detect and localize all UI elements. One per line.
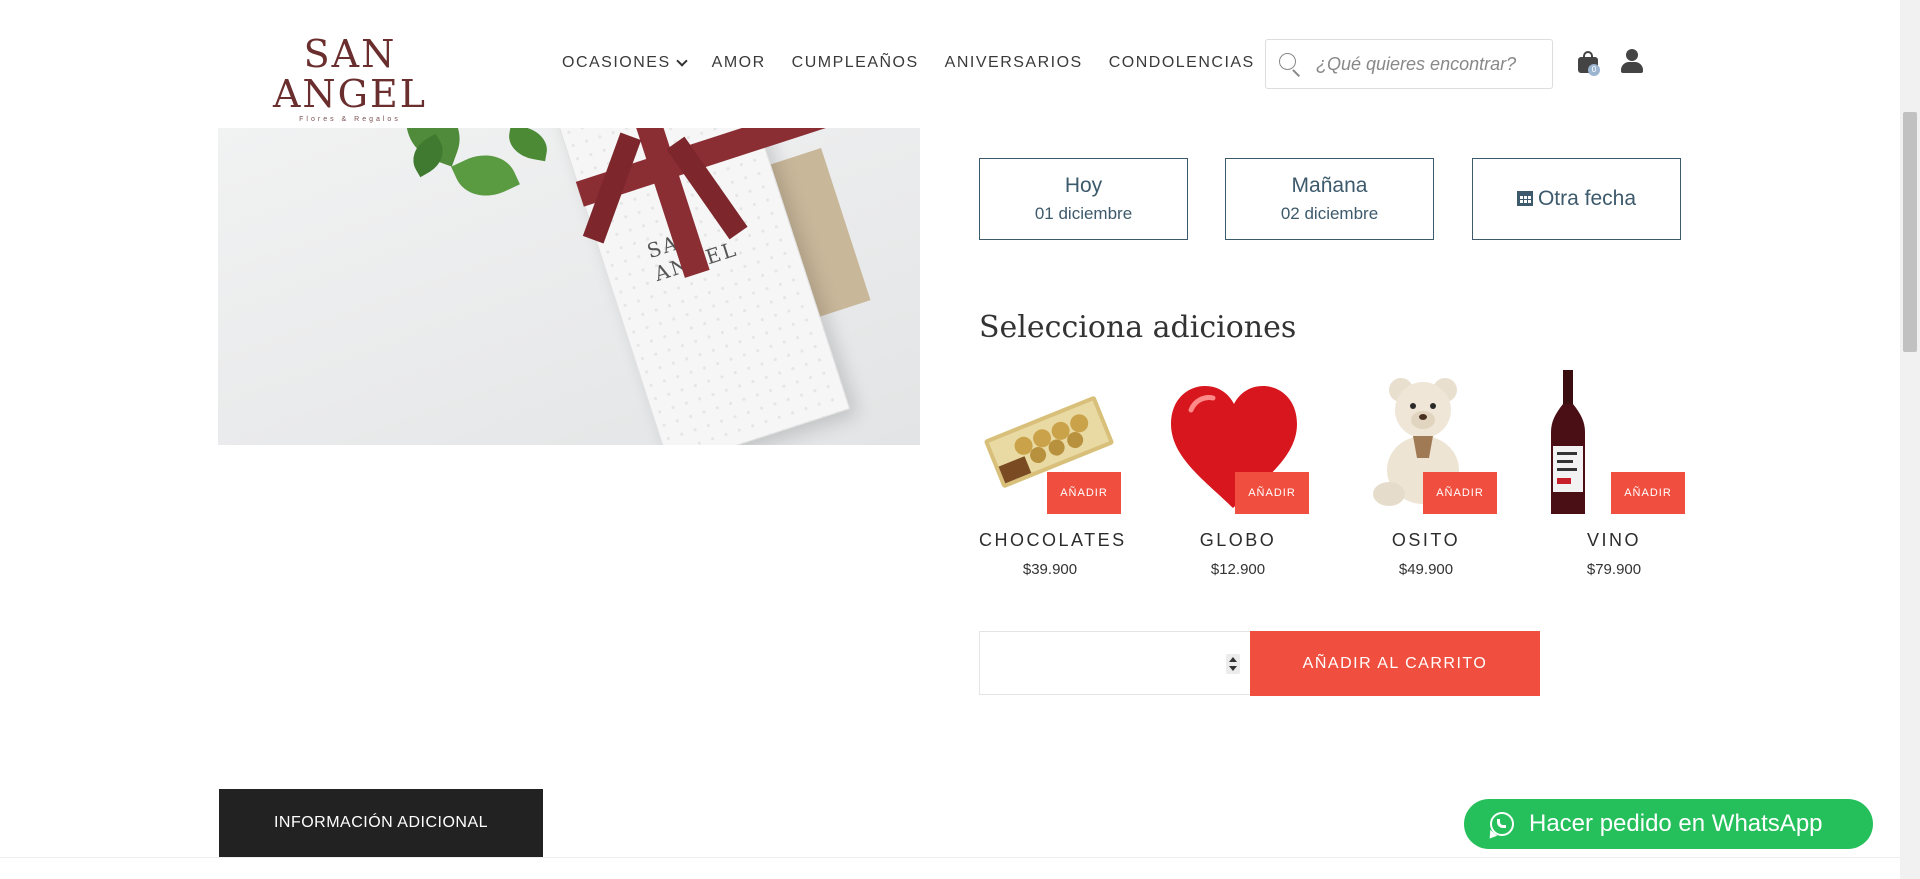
site-logo[interactable]: SAN ANGEL Flores & Regalos <box>245 34 455 123</box>
cart-icon[interactable]: 0 <box>1576 49 1600 77</box>
divider <box>0 857 1900 858</box>
logo-brand: SAN ANGEL <box>272 32 428 116</box>
add-addon-button[interactable]: AÑADIR <box>1423 472 1497 514</box>
date-label: Otra fecha <box>1537 187 1637 210</box>
addon-image[interactable]: AÑADIR <box>1167 370 1309 514</box>
date-option-tomorrow[interactable]: Mañana 02 diciembre <box>1225 158 1434 240</box>
addon-vino: AÑADIR VINO $79.900 <box>1543 370 1685 578</box>
search-input[interactable] <box>1316 53 1546 75</box>
nav-item-cumpleanos[interactable]: CUMPLEAÑOS <box>792 54 919 72</box>
nav-label: OCASIONES <box>562 54 671 71</box>
addon-name: GLOBO <box>1199 530 1277 550</box>
date-value: 02 diciembre <box>1280 204 1379 223</box>
date-label: Hoy <box>1064 174 1103 197</box>
whatsapp-icon <box>1490 812 1514 836</box>
date-value: 01 diciembre <box>1034 204 1133 223</box>
calendar-icon <box>1516 189 1533 206</box>
date-option-today[interactable]: Hoy 01 diciembre <box>979 158 1188 240</box>
user-account-icon[interactable] <box>1621 49 1643 73</box>
whatsapp-order-button[interactable]: Hacer pedido en WhatsApp <box>1464 799 1873 849</box>
addon-globo: AÑADIR GLOBO $12.900 <box>1167 370 1309 578</box>
addon-name: CHOCOLATES <box>979 530 1127 550</box>
search-box <box>1265 39 1553 89</box>
logo-tagline: Flores & Regalos <box>299 116 401 123</box>
nav-item-amor[interactable]: AMOR <box>712 54 766 72</box>
search-icon[interactable] <box>1278 52 1302 77</box>
date-option-other[interactable]: Otra fecha <box>1472 158 1681 240</box>
leaf-shape <box>451 143 520 208</box>
addon-image[interactable]: AÑADIR <box>1543 370 1685 514</box>
addon-image[interactable]: AÑADIR <box>1355 370 1497 514</box>
addon-price: $39.900 <box>1022 561 1078 578</box>
addon-image[interactable]: AÑADIR <box>979 370 1121 514</box>
addon-price: $49.900 <box>1398 561 1454 578</box>
cart-count-badge: 0 <box>1588 64 1600 76</box>
tab-additional-info[interactable]: INFORMACIÓN ADICIONAL <box>219 789 543 857</box>
addon-name: OSITO <box>1391 530 1461 550</box>
main-nav: OCASIONES AMOR CUMPLEAÑOS ANIVERSARIOS C… <box>562 54 1281 72</box>
add-addon-button[interactable]: AÑADIR <box>1611 472 1685 514</box>
nav-item-aniversarios[interactable]: ANIVERSARIOS <box>945 54 1083 72</box>
page-scrollbar[interactable] <box>1900 0 1920 879</box>
whatsapp-label: Hacer pedido en WhatsApp <box>1529 810 1823 837</box>
addon-price: $79.900 <box>1586 561 1642 578</box>
date-other-row: Otra fecha <box>1473 187 1680 211</box>
addon-name: VINO <box>1586 530 1641 550</box>
add-addon-button[interactable]: AÑADIR <box>1235 472 1309 514</box>
chevron-down-icon <box>675 54 688 67</box>
site-header: SAN ANGEL Flores & Regalos OCASIONES AMO… <box>0 0 1900 128</box>
quantity-input[interactable] <box>979 631 1251 695</box>
date-label: Mañana <box>1291 174 1368 197</box>
quantity-stepper[interactable] <box>1226 654 1240 674</box>
scrollbar-thumb[interactable] <box>1903 112 1917 352</box>
add-addon-button[interactable]: AÑADIR <box>1047 472 1121 514</box>
addons-title: Selecciona adiciones <box>979 310 1297 345</box>
nav-item-condolencias[interactable]: CONDOLENCIAS <box>1109 54 1255 72</box>
addon-osito: AÑADIR OSITO $49.900 <box>1355 370 1497 578</box>
leaf-shape <box>505 128 551 162</box>
nav-item-ocasiones[interactable]: OCASIONES <box>562 54 688 72</box>
add-to-cart-button[interactable]: AÑADIR AL CARRITO <box>1250 631 1540 696</box>
addon-price: $12.900 <box>1210 561 1266 578</box>
addon-chocolates: AÑADIR CHOCOLATES $39.900 <box>979 370 1127 578</box>
product-image[interactable]: SAN ANGEL <box>218 128 920 445</box>
